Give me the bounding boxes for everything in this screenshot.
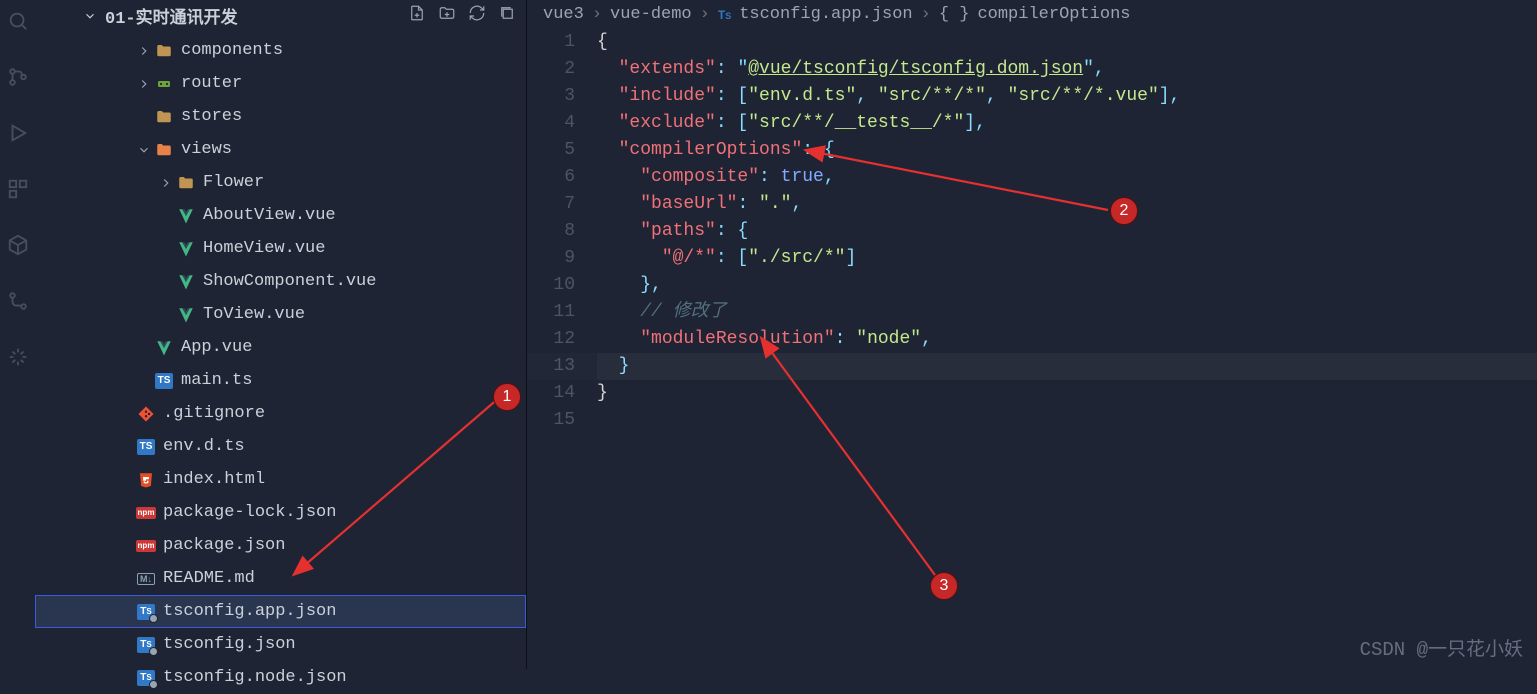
file-icon: TS — [135, 670, 157, 686]
annotation-badge-1: 1 — [493, 383, 521, 411]
annotation-overlay — [0, 0, 1537, 669]
annotation-badge-2: 2 — [1110, 197, 1138, 225]
watermark: CSDN @一只花小妖 — [1360, 634, 1523, 661]
annotation-badge-3: 3 — [930, 572, 958, 600]
tree-item-label: tsconfig.node.json — [163, 668, 347, 687]
